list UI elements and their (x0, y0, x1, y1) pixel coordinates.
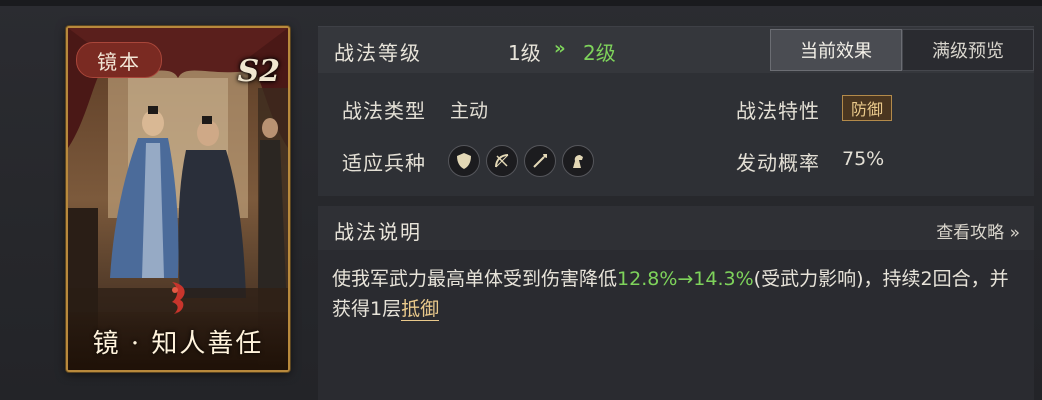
tab-max-level-preview[interactable]: 满级预览 (902, 29, 1034, 71)
troop-type-label: 适应兵种 (342, 151, 426, 175)
view-guide-link[interactable]: 查看攻略 » (936, 218, 1020, 243)
effect-tabs: 当前效果 满级预览 (770, 29, 1034, 71)
spear-troop-icon (524, 145, 556, 177)
tab-current-effect[interactable]: 当前效果 (770, 29, 902, 71)
card-tag: 镜本 (76, 42, 162, 78)
description-text: 使我军武力最高单体受到伤害降低12.8%→14.3%(受武力影响)，持续2回合，… (332, 264, 1022, 324)
skill-card[interactable]: 镜本 S2 镜 · 知人善任 (66, 26, 290, 372)
trigger-rate-value: 75% (842, 148, 885, 170)
level-arrow-icon: » (554, 38, 566, 59)
skill-type-label: 战法类型 (342, 99, 426, 123)
level-row: 战法等级 1级 » 2级 当前效果 满级预览 (318, 27, 1034, 73)
cavalry-horse-icon (562, 145, 594, 177)
bow-troop-icon (486, 145, 518, 177)
trigger-rate-label: 发动概率 (736, 151, 820, 175)
skill-type-value: 主动 (450, 100, 489, 122)
shield-troop-icon (448, 145, 480, 177)
damage-reduction-value: 12.8%→14.3% (617, 268, 754, 290)
season-badge: S2 (237, 54, 280, 89)
description-part-1: 使我军武力最高单体受到伤害降低 (332, 268, 618, 290)
red-feather-emblem-icon (172, 282, 185, 314)
level-next: 2级 (583, 41, 616, 65)
level-current: 1级 (508, 41, 541, 65)
skill-level-panel: 战法等级 1级 » 2级 当前效果 满级预览 战法类型 主动 战法特性 防御 适… (318, 26, 1034, 196)
level-title: 战法等级 (334, 41, 422, 65)
skill-trait-badge: 防御 (842, 95, 892, 121)
skill-trait-label: 战法特性 (736, 99, 820, 123)
description-header: 战法说明 查看攻略 » (318, 206, 1034, 250)
keyword-resist-link[interactable]: 抵御 (401, 298, 440, 321)
top-strip (0, 0, 1042, 6)
card-name: 镜 · 知人善任 (68, 312, 288, 370)
description-title: 战法说明 (334, 220, 422, 244)
skill-description-panel: 战法说明 查看攻略 » 使我军武力最高单体受到伤害降低12.8%→14.3%(受… (318, 206, 1034, 400)
